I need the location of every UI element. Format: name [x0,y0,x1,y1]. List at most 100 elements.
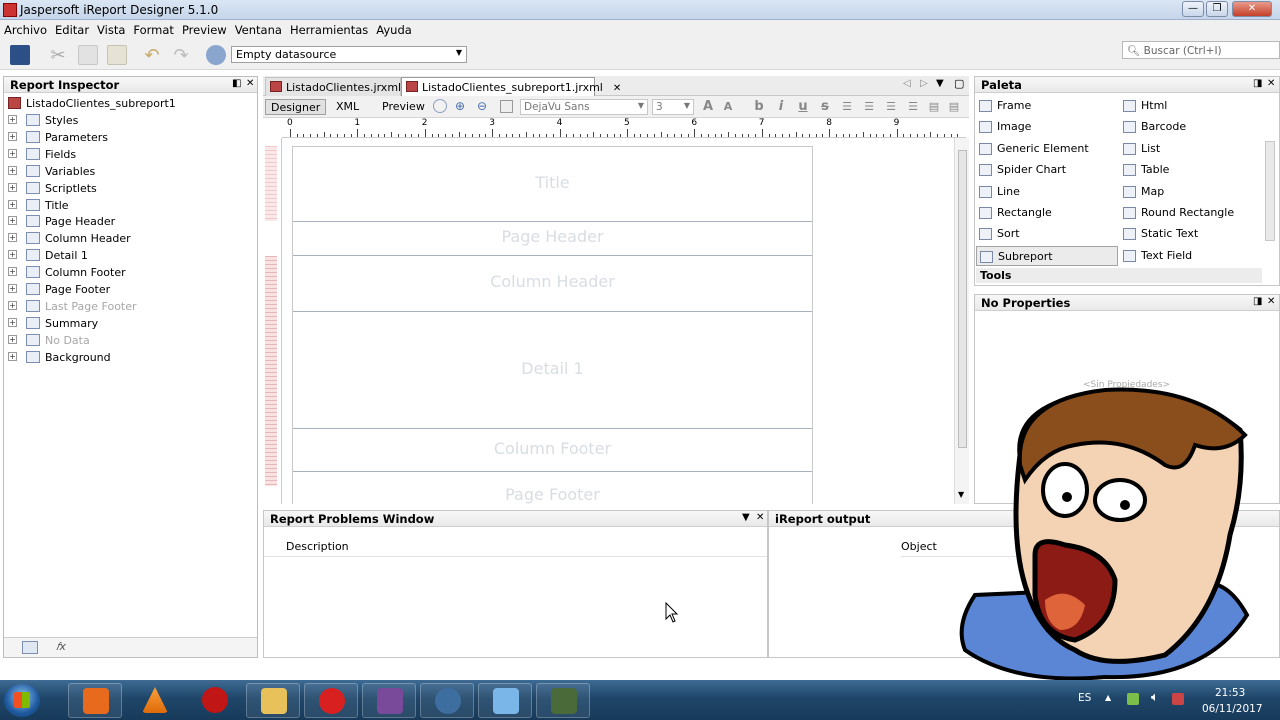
tree-item[interactable]: + Variables [4,163,254,180]
maximize-editor-icon[interactable]: ▢ [954,77,964,90]
save-all-icon[interactable] [10,45,30,65]
close-tab-icon[interactable]: ✕ [613,83,621,94]
palette-scrollbar[interactable] [1265,141,1275,241]
taskbar-archive-tool[interactable] [536,683,590,718]
zoom-in-icon[interactable]: ⊕ [455,99,465,113]
tree-item[interactable]: + Styles [4,112,254,129]
redo-icon[interactable]: ↷ [171,45,191,66]
tree-item[interactable]: + Last Page Footer [4,298,254,315]
underline-icon[interactable]: u [795,99,811,115]
report-canvas[interactable]: Title Page Header Column Header Detail 1… [282,138,954,504]
panel-menu-icon[interactable]: ▼ [742,512,750,523]
undo-icon[interactable]: ↶ [142,45,162,66]
copy-icon[interactable] [78,45,98,65]
taskbar-postgresql[interactable] [420,683,474,718]
taskbar-explorer[interactable] [246,683,300,718]
close-panel-icon[interactable]: ✕ [756,512,764,523]
paste-icon[interactable] [107,45,127,65]
band-page-footer[interactable]: Page Footer [293,485,812,504]
menu-vista[interactable]: Vista [93,20,129,37]
close-panel-icon[interactable]: ✕ [1267,78,1275,89]
expand-icon[interactable]: + [8,165,17,175]
palette-item-text-field[interactable]: Text Field [1120,246,1262,266]
increase-font-icon[interactable]: A [700,99,716,115]
menu-herramientas[interactable]: Herramientas [286,20,372,37]
band-column-header[interactable]: Column Header [293,272,812,291]
band-page-header[interactable]: Page Header [293,227,812,246]
align-left-icon[interactable]: ☰ [839,99,855,115]
palette-item-spider-chart[interactable]: Spider Chart [976,160,1118,180]
scroll-tabs-left-icon[interactable]: ◁ [903,78,911,89]
language-indicator[interactable]: ES [1078,692,1091,704]
band-column-footer[interactable]: Column Footer [293,439,812,458]
tree-item[interactable]: + Scriptlets [4,180,254,197]
minimize-panel-icon[interactable]: ◨ [1253,296,1262,307]
expand-icon[interactable]: + [8,216,17,226]
start-button[interactable] [4,684,40,717]
expand-icon[interactable]: + [8,284,17,293]
tree-item[interactable]: + Detail 1 [4,247,254,264]
taskbar-media-player[interactable] [68,683,122,718]
page-icon[interactable] [500,100,513,113]
show-hidden-icons[interactable]: ▲ [1105,693,1111,702]
menu-ventana[interactable]: Ventana [231,20,286,37]
tree-item[interactable]: + Parameters [4,129,254,146]
tree-item[interactable]: + Title [4,197,254,214]
palette-item-barcode[interactable]: Barcode [1120,117,1262,137]
align-center-icon[interactable]: ☰ [861,99,877,115]
close-button[interactable]: ✕ [1232,1,1272,17]
network-icon[interactable] [1127,693,1139,705]
tree-item[interactable]: + Page Header [4,213,254,230]
tools-section[interactable]: Tools [976,268,1262,283]
font-family-select[interactable]: DejaVu Sans ▼ [520,99,648,115]
tree-item[interactable]: + Background [4,349,254,366]
menu-editar[interactable]: Editar [51,20,93,37]
expand-icon[interactable]: + [8,334,17,344]
tree-item[interactable]: + Column Footer [4,264,254,281]
xml-tab[interactable]: XML [331,99,364,115]
taskbar-vlc[interactable] [128,683,182,718]
expand-icon[interactable]: + [8,182,17,192]
minimize-button[interactable]: — [1182,1,1204,17]
expand-icon[interactable]: + [8,199,17,209]
volume-icon[interactable]: 🔈︎ [1151,690,1159,705]
expand-icon[interactable]: + [8,131,17,141]
taskbar-ireport[interactable] [188,683,242,718]
palette-item-list[interactable]: List [1120,139,1262,159]
tree-item[interactable]: + Page Footer [4,281,254,298]
band-separator[interactable] [293,255,812,256]
maximize-button[interactable]: ❐ [1206,1,1228,17]
font-size-select[interactable]: 3 ▼ [652,99,694,115]
menu-archivo[interactable]: Archivo [0,20,51,37]
report-page[interactable]: Title Page Header Column Header Detail 1… [292,146,813,504]
datasource-select[interactable]: Empty datasource ▼ [231,46,467,63]
expand-icon[interactable]: + [8,233,17,243]
palette-item-html[interactable]: Html [1120,96,1262,116]
palette-item-rectangle[interactable]: Rectangle [976,203,1118,223]
tab-subreport[interactable]: ListadoClientes_subreport1.jrxml ✕ [401,77,621,96]
expand-icon[interactable]: + [8,148,17,158]
expand-icon[interactable]: + [8,317,17,327]
column-description[interactable]: Description [264,537,767,557]
italic-icon[interactable]: i [773,99,789,115]
palette-item-table[interactable]: Table [1120,160,1262,180]
menu-format[interactable]: Format [129,20,178,37]
close-panel-icon[interactable]: ✕ [246,78,254,89]
close-panel-icon[interactable]: ✕ [1267,296,1275,307]
action-center-icon[interactable] [1172,693,1184,705]
expand-icon[interactable]: + [8,351,17,361]
menu-ayuda[interactable]: Ayuda [372,20,416,37]
zoom-icon[interactable] [433,99,447,113]
minimize-panel-icon[interactable]: ◨ [1253,78,1262,89]
tree-root[interactable]: ListadoClientes_subreport1 [4,95,254,112]
search-input[interactable]: 🔍︎ Buscar (Ctrl+I) [1122,41,1280,59]
bold-icon[interactable]: b [751,99,767,115]
band-separator[interactable] [293,311,812,312]
strikethrough-icon[interactable]: s [817,99,833,115]
palette-item-static-text[interactable]: Static Text [1120,224,1262,244]
tab-list-icon[interactable]: ▼ [936,78,944,89]
tree-item[interactable]: + Fields [4,146,254,163]
band-separator[interactable] [293,471,812,472]
band-separator[interactable] [293,428,812,429]
designer-tab[interactable]: Designer [265,99,327,115]
